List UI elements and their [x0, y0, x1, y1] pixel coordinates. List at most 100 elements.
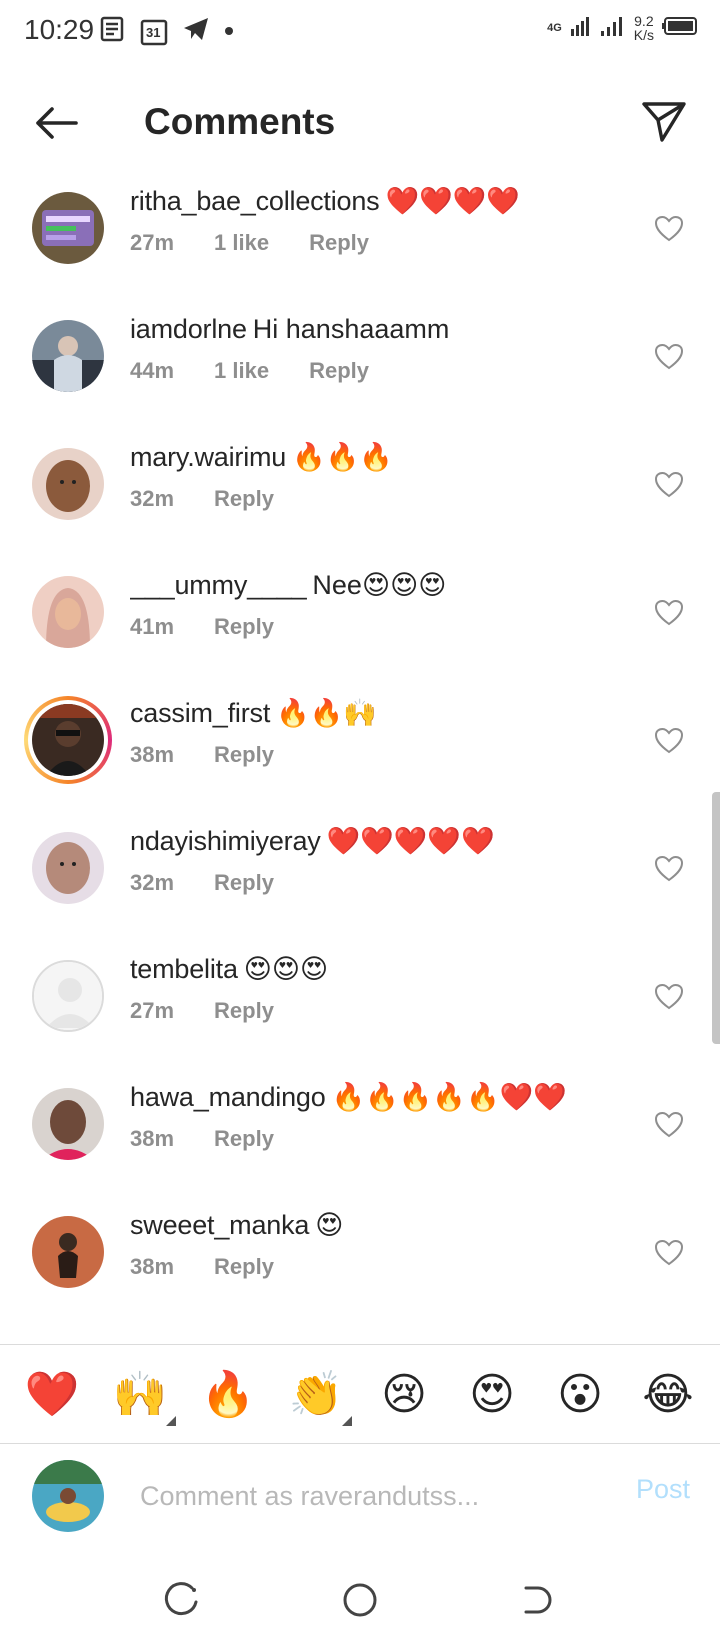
comment-time: 27m	[130, 998, 175, 1023]
comment-time: 32m	[130, 486, 175, 511]
dot-icon	[224, 23, 234, 41]
avatar[interactable]	[32, 192, 104, 264]
emoji-crying-button[interactable]: 😢	[372, 1369, 436, 1420]
comment-text: 😍	[315, 1210, 344, 1240]
comment-username[interactable]: ritha_bae_collections	[130, 186, 380, 216]
heart-icon[interactable]	[654, 470, 684, 500]
network-type: 4G	[547, 22, 562, 34]
default-avatar[interactable]	[32, 960, 104, 1032]
send-icon	[642, 102, 686, 142]
reply-button[interactable]: Reply	[309, 230, 369, 256]
comment-item: ritha_bae_collections ❤️❤️❤️❤️ 27m 1 like R…	[0, 168, 720, 296]
comment-username[interactable]: ___ummy____	[130, 570, 307, 600]
comment-item: iamdorlne Hi hanshaaamm 44m 1 like Reply	[0, 296, 720, 424]
comment-username[interactable]: iamdorlne	[130, 314, 247, 344]
emoji-heart-button[interactable]: ❤️	[20, 1368, 84, 1420]
comment-item: cassim_first 🔥🔥🙌 38m Reply	[0, 680, 720, 808]
emoji-heart-eyes-button[interactable]: 😍	[460, 1369, 524, 1420]
reply-button[interactable]: Reply	[309, 358, 369, 384]
heart-icon[interactable]	[654, 1110, 684, 1140]
comment-time: 32m	[130, 870, 175, 895]
status-bar: 10:29 31 4G 9.2 K/s	[0, 0, 720, 66]
comment-composer: Post	[0, 1444, 720, 1554]
comment-likes[interactable]: 1 like	[214, 230, 269, 256]
home-icon[interactable]	[338, 1578, 382, 1622]
comment-time: 38m	[130, 1254, 175, 1279]
back-button[interactable]	[28, 98, 84, 148]
comment-time: 41m	[130, 614, 175, 639]
status-icons-left: 31	[100, 16, 234, 47]
comment-text: 🔥🔥🙌	[276, 698, 377, 728]
heart-icon[interactable]	[654, 982, 684, 1012]
emoji-wow-button[interactable]: 😮	[548, 1369, 612, 1420]
battery-icon	[662, 16, 698, 41]
signal-icon-2	[600, 15, 626, 42]
comment-username[interactable]: mary.wairimu	[130, 442, 286, 472]
heart-icon[interactable]	[654, 726, 684, 756]
emoji-raised-hands-button[interactable]: 🙌	[108, 1368, 176, 1426]
status-time: 10:29	[24, 14, 95, 45]
avatar[interactable]	[32, 320, 104, 392]
avatar[interactable]	[32, 448, 104, 520]
comment-item: mary.wairimu 🔥🔥🔥 32m Reply	[0, 424, 720, 552]
comment-time: 44m	[130, 358, 175, 383]
comment-time: 27m	[130, 230, 175, 255]
comment-text: 🔥🔥🔥🔥🔥❤️❤️	[331, 1082, 567, 1112]
reply-button[interactable]: Reply	[214, 486, 274, 512]
comment-username[interactable]: cassim_first	[130, 698, 270, 728]
comment-time: 38m	[130, 742, 175, 767]
comment-item: ndayishimiyeray ❤️❤️❤️❤️❤️ 32m Reply	[0, 808, 720, 936]
comment-username[interactable]: tembelita	[130, 954, 238, 984]
reply-button[interactable]: Reply	[214, 870, 274, 896]
comment-likes[interactable]: 1 like	[214, 358, 269, 384]
emoji-clap-button[interactable]: 👏	[284, 1368, 352, 1426]
recent-apps-icon[interactable]	[160, 1578, 204, 1622]
heart-icon[interactable]	[654, 214, 684, 244]
heart-icon[interactable]	[654, 1238, 684, 1268]
back-arrow-icon	[36, 107, 78, 139]
emoji-fire-button[interactable]: 🔥	[196, 1368, 260, 1420]
reply-button[interactable]: Reply	[214, 614, 274, 640]
calendar-icon: 31	[140, 18, 168, 46]
comment-username[interactable]: hawa_mandingo	[130, 1082, 326, 1112]
comment-item: tembelita 😍😍😍 27m Reply	[0, 936, 720, 1064]
avatar[interactable]	[32, 832, 104, 904]
header: Comments	[0, 76, 720, 168]
comment-text: Hi hanshaaamm	[252, 314, 450, 344]
reply-button[interactable]: Reply	[214, 998, 274, 1024]
avatar[interactable]	[32, 1088, 104, 1160]
comment-item: sweeet_manka 😍 38m Reply	[0, 1192, 720, 1320]
comment-username[interactable]: ndayishimiyeray	[130, 826, 321, 856]
share-button[interactable]	[634, 92, 694, 152]
emoji-laugh-button[interactable]: 😂	[636, 1369, 700, 1420]
telegram-icon	[182, 16, 210, 47]
comment-text: ❤️❤️❤️❤️	[385, 186, 520, 216]
network-speed: 9.2 K/s	[633, 13, 654, 43]
heart-icon[interactable]	[654, 342, 684, 372]
avatar[interactable]	[32, 1216, 104, 1288]
heart-icon[interactable]	[654, 854, 684, 884]
comment-text: Nee😍😍😍	[312, 570, 447, 600]
reply-button[interactable]: Reply	[214, 1126, 274, 1152]
comment-item: hawa_mandingo 🔥🔥🔥🔥🔥❤️❤️ 38m Reply	[0, 1064, 720, 1192]
emoji-quick-bar: ❤️ 🙌 🔥 👏 😢 😍 😮 😂	[0, 1344, 720, 1444]
post-button[interactable]: Post	[636, 1474, 690, 1505]
story-ring-avatar[interactable]	[24, 696, 112, 784]
scrollbar[interactable]	[712, 792, 720, 1044]
comment-time: 38m	[130, 1126, 175, 1151]
comment-text: 🔥🔥🔥	[292, 442, 393, 472]
reply-button[interactable]: Reply	[214, 1254, 274, 1280]
reply-button[interactable]: Reply	[214, 742, 274, 768]
signal-icon	[570, 15, 592, 42]
current-user-avatar	[32, 1460, 104, 1532]
system-nav-bar	[0, 1560, 720, 1640]
avatar[interactable]	[32, 576, 104, 648]
news-icon	[100, 16, 126, 47]
comment-username[interactable]: sweeet_manka	[130, 1210, 309, 1240]
heart-icon[interactable]	[654, 598, 684, 628]
comment-text: 😍😍😍	[243, 954, 329, 984]
comment-input[interactable]	[140, 1468, 580, 1524]
back-nav-icon[interactable]	[516, 1578, 560, 1622]
comment-text: ❤️❤️❤️❤️❤️	[326, 826, 495, 856]
comments-list[interactable]: ritha_bae_collections ❤️❤️❤️❤️ 27m 1 like R…	[0, 168, 720, 1344]
